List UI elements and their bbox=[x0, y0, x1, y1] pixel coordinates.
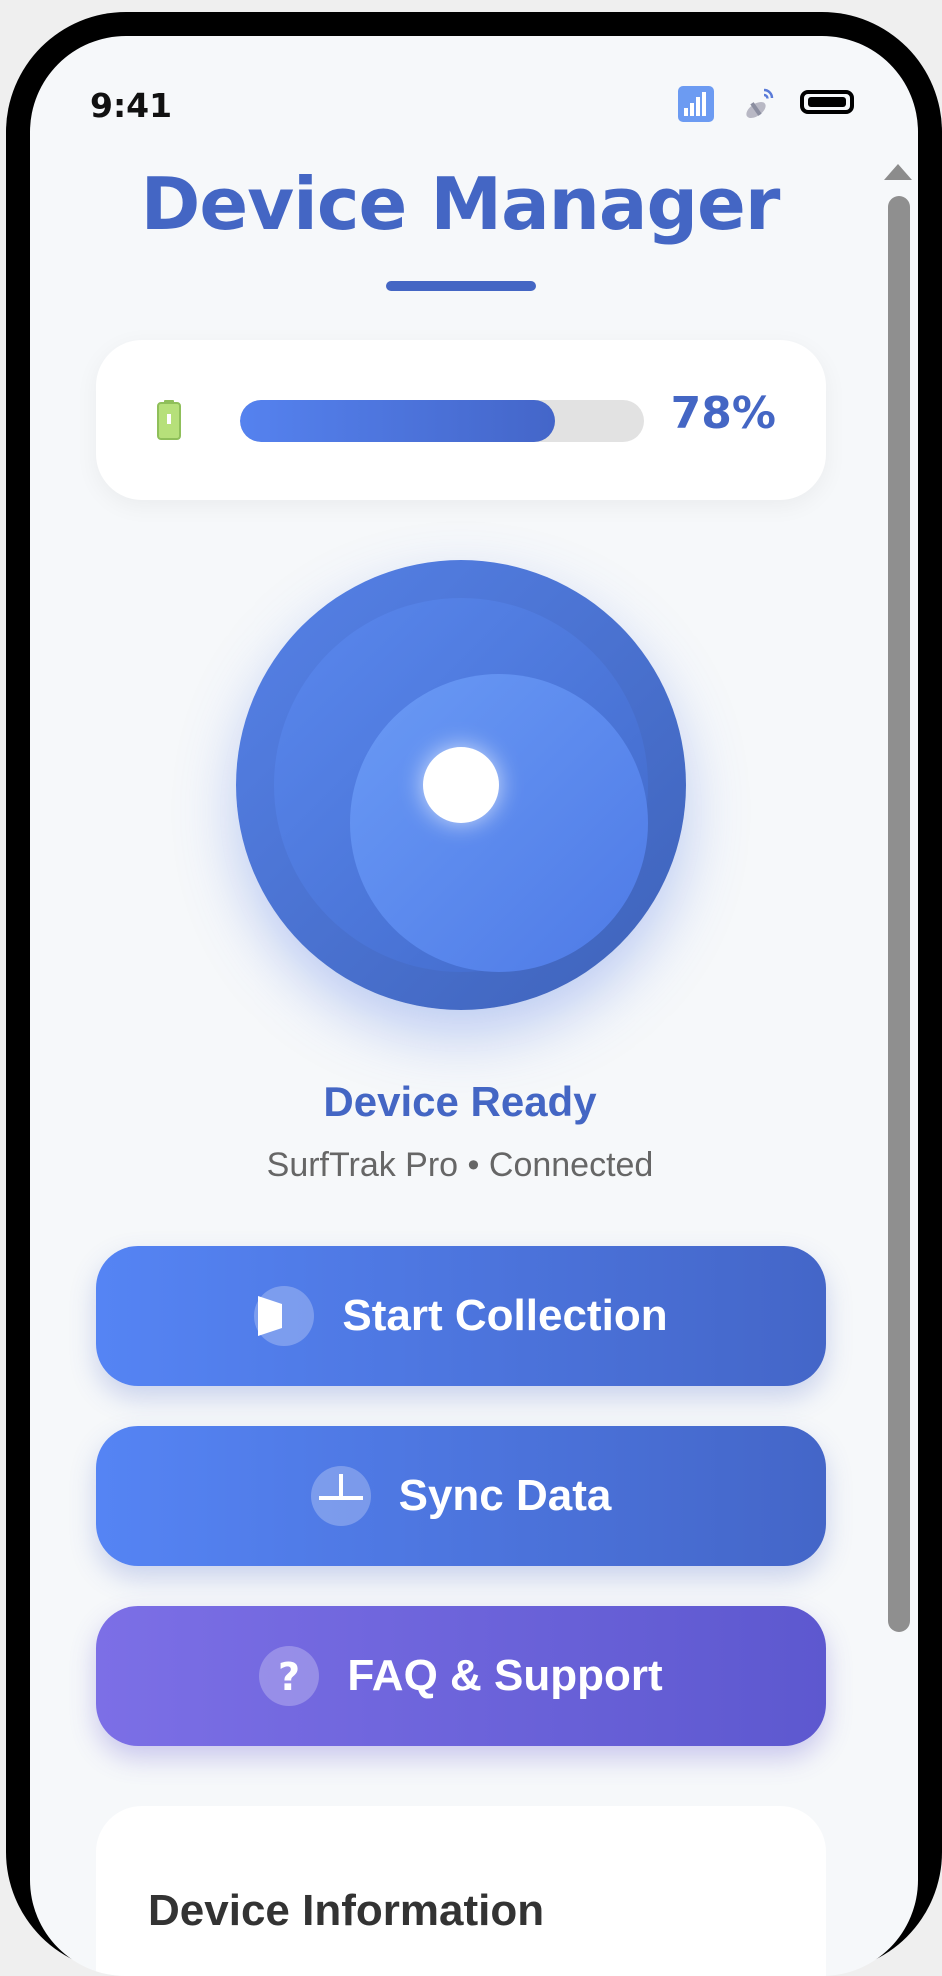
battery-status-icon bbox=[800, 90, 854, 114]
battery-card: 78% bbox=[96, 340, 826, 500]
signal-icon bbox=[678, 86, 714, 122]
app-screen: 9:41 Device Manager 78% Device Ready Sur… bbox=[30, 36, 918, 1976]
satellite-icon bbox=[746, 88, 774, 118]
device-info-card: Device Information bbox=[96, 1806, 826, 1976]
dial-inner-ring bbox=[350, 674, 648, 972]
svg-text:?: ? bbox=[278, 1655, 300, 1699]
sync-icon bbox=[310, 1466, 371, 1526]
scrollbar-thumb[interactable] bbox=[888, 196, 910, 1632]
device-status: Device Ready bbox=[323, 1078, 597, 1125]
start-collection-label: Start Collection bbox=[342, 1291, 668, 1340]
battery-progress-bar bbox=[240, 400, 644, 442]
phone-frame: 9:41 Device Manager 78% Device Ready Sur… bbox=[6, 12, 942, 1976]
device-info-title: Device Information bbox=[148, 1886, 545, 1935]
sync-data-label: Sync Data bbox=[398, 1471, 612, 1520]
status-bar: 9:41 bbox=[30, 36, 918, 146]
battery-progress-fill bbox=[240, 400, 556, 442]
title-underline bbox=[386, 281, 536, 291]
device-dial[interactable] bbox=[236, 560, 686, 1010]
play-icon bbox=[254, 1286, 315, 1346]
start-collection-button[interactable]: Start Collection bbox=[96, 1246, 826, 1386]
sync-data-button[interactable]: Sync Data bbox=[96, 1426, 826, 1566]
status-time: 9:41 bbox=[90, 86, 173, 125]
page-title: Device Manager bbox=[140, 162, 781, 246]
battery-percent: 78% bbox=[670, 388, 776, 439]
device-subtitle: SurfTrak Pro • Connected bbox=[266, 1146, 654, 1184]
faq-support-button[interactable]: ? FAQ & Support bbox=[96, 1606, 826, 1746]
battery-icon bbox=[157, 400, 181, 440]
dial-center-dot bbox=[423, 747, 499, 823]
question-icon: ? bbox=[259, 1646, 320, 1706]
faq-support-label: FAQ & Support bbox=[347, 1651, 663, 1700]
